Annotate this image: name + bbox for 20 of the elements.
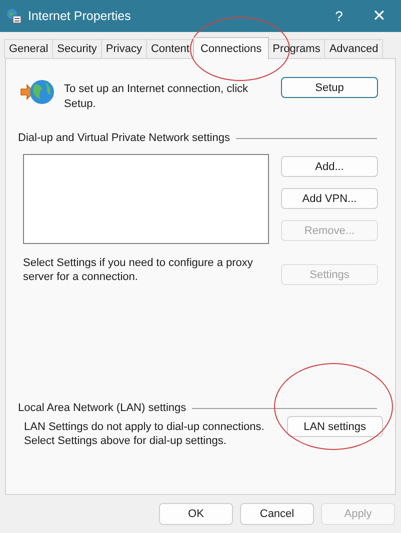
section-heading: Dial-up and Virtual Private Network settings (18, 132, 230, 144)
section-heading: Local Area Network (LAN) settings (18, 402, 186, 414)
proxy-note: Select Settings if you need to configure a proxy server for a connection. (23, 256, 254, 284)
tab[interactable]: General (4, 39, 54, 58)
lan-note: LAN Settings do not apply to dial-up connections. Select Settings above for dial-up settings. (24, 420, 266, 448)
lan-settings-button[interactable]: LAN settings (286, 416, 383, 437)
action-button[interactable]: Add... (281, 156, 378, 177)
setup-button[interactable]: Setup (281, 77, 378, 98)
dialog-button[interactable]: Cancel (240, 503, 314, 525)
window-title: Internet Properties (28, 9, 132, 23)
tab[interactable]: Advanced (324, 39, 384, 58)
internet-options-icon (6, 8, 22, 24)
tab[interactable]: Connections (193, 37, 269, 59)
connections-list[interactable] (23, 154, 269, 244)
help-button[interactable]: ? (319, 8, 359, 24)
dialog-button[interactable]: OK (159, 503, 233, 525)
action-button[interactable]: Add VPN... (281, 188, 378, 209)
close-button[interactable]: ✕ (359, 6, 399, 26)
globe-icon (20, 77, 56, 107)
setup-instructions: To set up an Internet connection, click Setup. (64, 82, 250, 112)
